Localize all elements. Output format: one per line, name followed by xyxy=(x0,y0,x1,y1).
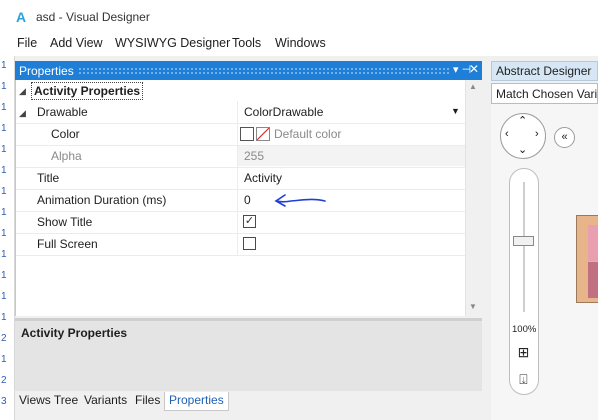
gutter-line-number: 3 xyxy=(1,396,7,407)
property-name: Color xyxy=(51,127,80,141)
show-title-checkbox[interactable]: ✓ xyxy=(243,215,256,228)
annotation-arrow-icon xyxy=(274,194,326,207)
gutter-line-number: 1 xyxy=(1,165,7,176)
property-grid-scrollbar[interactable] xyxy=(465,80,483,316)
property-row-alpha xyxy=(16,145,465,168)
property-value[interactable]: ColorDrawable xyxy=(244,105,323,119)
property-value: 255 xyxy=(244,149,265,163)
properties-panel-title: Properties xyxy=(19,64,74,78)
pan-down-arrow-icon[interactable]: ⌄ xyxy=(518,143,527,156)
window-title: asd - Visual Designer xyxy=(36,10,150,24)
pan-left-arrow-icon[interactable]: ‹ xyxy=(505,128,509,140)
expander-icon[interactable]: ◢ xyxy=(19,108,26,119)
scroll-down-arrow-icon[interactable]: ▼ xyxy=(469,302,477,311)
property-name: Show Title xyxy=(37,215,93,229)
gutter-line-number: 1 xyxy=(1,102,7,113)
no-color-swatch-icon[interactable] xyxy=(256,127,270,141)
property-name: Title xyxy=(37,171,60,185)
property-value[interactable]: Default color xyxy=(274,127,341,141)
gutter-line-number: 1 xyxy=(1,312,7,323)
gutter-line-number: 1 xyxy=(1,144,7,155)
category-activity-properties[interactable]: Activity Properties xyxy=(31,82,144,100)
tab-properties[interactable]: Properties xyxy=(164,392,229,411)
color-swatch[interactable] xyxy=(240,127,254,141)
collapse-icon[interactable]: « xyxy=(554,127,575,148)
tab-abstract-designer[interactable]: Abstract Designer xyxy=(491,61,598,81)
property-value[interactable]: Activity xyxy=(244,171,282,185)
gutter-line-number: 1 xyxy=(1,207,7,218)
close-icon[interactable]: ✕ xyxy=(469,62,479,76)
panel-drag-grip[interactable] xyxy=(78,67,450,74)
gutter-line-number: 1 xyxy=(1,186,7,197)
app-icon: A xyxy=(16,9,27,25)
property-name: Full Screen xyxy=(37,237,98,251)
menu-tools[interactable]: Tools xyxy=(232,36,261,50)
preview-view-block xyxy=(588,262,598,298)
no-color-slash-icon xyxy=(257,128,269,140)
gutter-line-number: 1 xyxy=(1,249,7,260)
zoom-level-label: 100% xyxy=(512,324,537,335)
menu-wysiwyg-designer[interactable]: WYSIWYG Designer xyxy=(115,36,230,50)
gutter-line-number: 2 xyxy=(1,375,7,386)
property-row-title[interactable] xyxy=(16,167,465,190)
match-chosen-variant-field[interactable]: Match Chosen Varia xyxy=(491,83,598,104)
zoom-slider-thumb[interactable] xyxy=(513,236,534,246)
property-name: Animation Duration (ms) xyxy=(37,193,167,207)
scroll-up-arrow-icon[interactable]: ▲ xyxy=(469,82,477,91)
gutter-line-number: 1 xyxy=(1,123,7,134)
gutter-line-number: 1 xyxy=(1,270,7,281)
zoom-slider-track[interactable] xyxy=(523,182,525,312)
pan-right-arrow-icon[interactable]: › xyxy=(535,128,539,140)
gutter-line-number: 1 xyxy=(1,291,7,302)
fit-icon[interactable]: ⊞ xyxy=(515,344,532,361)
menu-file[interactable]: File xyxy=(17,36,37,50)
gutter-line-number: 1 xyxy=(1,354,7,365)
gutter-line-number: 2 xyxy=(1,333,7,344)
tab-views-tree[interactable]: Views Tree xyxy=(15,392,82,410)
pan-up-arrow-icon[interactable]: ⌃ xyxy=(518,114,527,127)
dropdown-arrow-icon[interactable]: ▼ xyxy=(451,106,460,116)
menu-windows[interactable]: Windows xyxy=(275,36,326,50)
menu-add-view[interactable]: Add View xyxy=(50,36,103,50)
tab-variants[interactable]: Variants xyxy=(80,392,131,410)
expander-icon[interactable]: ◢ xyxy=(19,86,26,97)
column-divider[interactable] xyxy=(237,101,238,255)
description-title: Activity Properties xyxy=(21,326,128,340)
export-icon[interactable]: ⍗ xyxy=(515,371,532,388)
tab-files[interactable]: Files xyxy=(131,392,164,410)
preview-view-block xyxy=(588,225,598,261)
property-name: Alpha xyxy=(51,149,82,163)
property-name: Drawable xyxy=(37,105,88,119)
gutter-line-number: 1 xyxy=(1,60,7,71)
full-screen-checkbox[interactable] xyxy=(243,237,256,250)
gutter-line-number: 1 xyxy=(1,81,7,92)
gutter-line-number: 1 xyxy=(1,228,7,239)
property-value[interactable]: 0 xyxy=(244,193,251,207)
